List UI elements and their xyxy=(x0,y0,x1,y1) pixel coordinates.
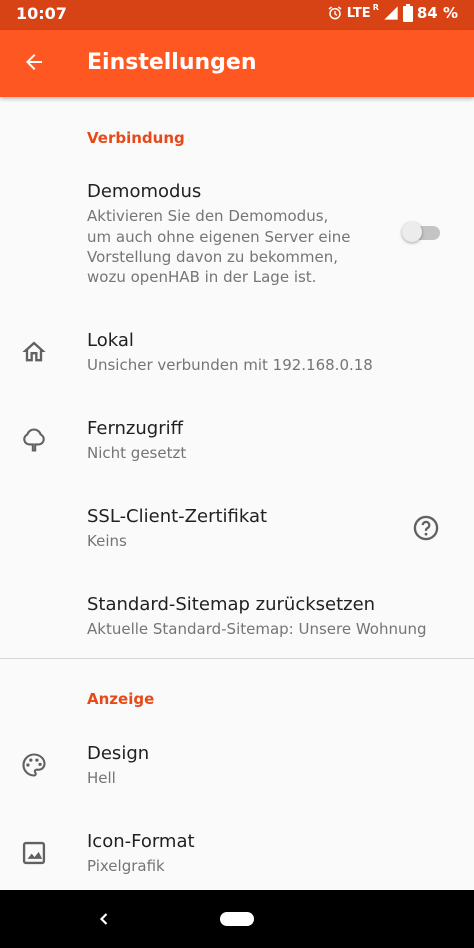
section-header-display: Anzeige xyxy=(87,690,155,708)
arrow-back-icon xyxy=(22,50,46,78)
setting-summary-line: Aktivieren Sie den Demomodus, xyxy=(87,207,329,225)
setting-title: Icon-Format xyxy=(87,831,195,852)
setting-summary: Hell xyxy=(87,769,116,787)
nav-back-icon xyxy=(97,911,111,930)
app-bar: Einstellungen xyxy=(0,30,474,97)
roaming-indicator: R xyxy=(372,2,379,12)
setting-title: Fernzugriff xyxy=(87,418,184,439)
setting-title: Lokal xyxy=(87,330,134,351)
setting-ssl-certificate[interactable]: SSL-Client-Zertifikat Keins xyxy=(0,494,474,574)
setting-summary: Unsicher verbunden mit 192.168.0.18 xyxy=(87,356,373,374)
signal-icon xyxy=(383,5,399,21)
palette-icon xyxy=(20,751,48,779)
setting-demo-mode[interactable]: Demomodus Aktivieren Sie den Demomodus, … xyxy=(0,170,474,298)
setting-summary-line: wozu openHAB in der Lage ist. xyxy=(87,268,317,286)
setting-icon-format[interactable]: Icon-Format Pixelgrafik xyxy=(0,819,474,889)
home-icon xyxy=(20,338,48,366)
status-icons: LTE R 84 % xyxy=(327,2,458,22)
setting-summary-line: Vorstellung davon zu bekommen, xyxy=(87,248,339,266)
setting-summary: Pixelgrafik xyxy=(87,857,165,875)
nav-back-button[interactable] xyxy=(90,906,118,934)
help-circle-icon[interactable] xyxy=(412,514,440,542)
section-header-connection: Verbindung xyxy=(87,129,185,147)
status-time: 10:07 xyxy=(16,4,67,23)
back-button[interactable] xyxy=(10,40,58,88)
tree-icon xyxy=(20,426,48,454)
setting-title: Standard-Sitemap zurücksetzen xyxy=(87,594,376,615)
setting-design[interactable]: Design Hell xyxy=(0,731,474,811)
nav-home-pill[interactable] xyxy=(220,912,254,926)
setting-title: Design xyxy=(87,743,150,764)
section-divider xyxy=(0,658,474,659)
setting-title: Demomodus xyxy=(87,181,202,202)
navigation-bar xyxy=(0,890,474,948)
setting-summary: Keins xyxy=(87,532,127,550)
setting-title: SSL-Client-Zertifikat xyxy=(87,506,268,527)
page-title: Einstellungen xyxy=(87,50,257,75)
alarm-icon xyxy=(327,5,343,21)
image-icon xyxy=(20,839,48,867)
status-bar: 10:07 LTE R 84 % xyxy=(0,0,474,30)
setting-local[interactable]: Lokal Unsicher verbunden mit 192.168.0.1… xyxy=(0,318,474,398)
toggle-thumb xyxy=(402,222,422,242)
network-type: LTE xyxy=(346,5,371,21)
setting-summary: Nicht gesetzt xyxy=(87,444,187,462)
demo-mode-toggle[interactable] xyxy=(402,218,442,246)
battery-level: 84 % xyxy=(416,4,458,22)
setting-remote[interactable]: Fernzugriff Nicht gesetzt xyxy=(0,406,474,486)
setting-summary-line: um auch ohne eigenen Server eine xyxy=(87,228,351,246)
setting-summary: Aktuelle Standard-Sitemap: Unsere Wohnun… xyxy=(87,620,427,638)
battery-icon xyxy=(402,4,413,22)
setting-reset-sitemap[interactable]: Standard-Sitemap zurücksetzen Aktuelle S… xyxy=(0,582,474,652)
